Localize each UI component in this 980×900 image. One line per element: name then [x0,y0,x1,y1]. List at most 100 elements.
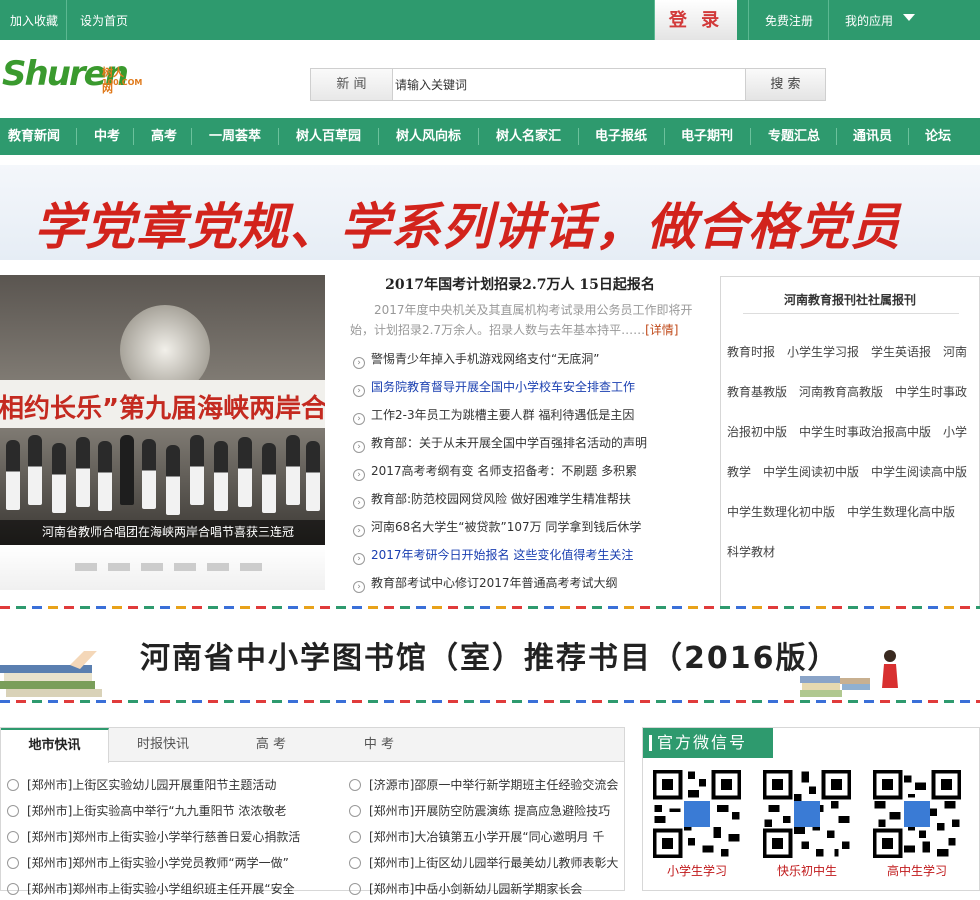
list-item[interactable]: [郑州市]郑州市上街实验小学组织班主任开展“安全 [7,880,337,900]
tab-zhongkao[interactable]: 中 考 [325,728,433,762]
arrow-icon: › [353,413,365,425]
slide-image: 相约长乐”第九届海峡两岸合唱节 [0,275,325,545]
slider-pager [0,545,325,590]
qr-code-icon[interactable] [651,768,743,860]
arrow-icon [349,857,361,869]
slider-dot[interactable] [174,563,196,571]
nav-item[interactable]: 论坛 [925,118,951,155]
party-banner[interactable]: 学党章党规、学系列讲话，做合格党员 [0,165,980,260]
arrow-icon [7,831,19,843]
slide-caption[interactable]: 河南省教师合唱团在海峡两岸合唱节喜获三连冠 [0,520,325,545]
news-item[interactable]: › 教育部考试中心修订2017年普通高考考试大纲 [353,574,618,594]
login-button[interactable]: 登 录 [655,0,737,42]
news-item[interactable]: › 2017高考考纲有变 名师支招备考：不刷题 多积累 [353,462,637,482]
news-item[interactable]: › 教育部：关于从未开展全国中学百强排名活动的声明 [353,434,647,454]
arrow-icon [7,805,19,817]
tab-times-news[interactable]: 时报快讯 [109,728,217,762]
divider [76,128,77,145]
decorative-stripe [0,700,980,703]
news-item[interactable]: › 工作2-3年员工为跳槽主要人群 福利待遇低是主因 [353,406,634,426]
divider [664,128,665,145]
publications-list[interactable]: 教育时报 小学生学习报 学生英语报 河南教育基教版 河南教育高教版 中学生时事政… [727,332,979,572]
list-item[interactable]: [郑州市]上街实验高中举行“九九重阳节 浓浓敬老 [7,802,337,822]
nav-item[interactable]: 树人名家汇 [496,118,561,155]
logo-domain: 100.COM [102,78,143,87]
qr-label: 小学生学习 [666,864,727,878]
news-item[interactable]: › 河南68名大学生“被贷款”107万 同学拿到钱后休学 [353,518,641,538]
arrow-icon [7,779,19,791]
search-category-select[interactable]: 新 闻 [311,69,393,100]
arrow-icon: › [353,497,365,509]
arrow-icon [7,857,19,869]
nav-item[interactable]: 通讯员 [853,118,892,155]
divider [278,128,279,145]
slider-dot[interactable] [141,563,163,571]
qr-code-icon[interactable] [871,768,963,860]
divider [748,0,749,40]
site-logo[interactable]: Shuren 树人网 100.COM [2,54,142,95]
stage-banner: 相约长乐”第九届海峡两岸合唱节 [0,380,325,428]
arrow-icon: › [353,525,365,537]
search-input[interactable] [395,71,740,98]
slider-dot[interactable] [75,563,97,571]
nav-item[interactable]: 一周荟萃 [209,118,261,155]
register-link[interactable]: 免费注册 [765,12,813,29]
books-illustration [0,651,102,697]
nav-item[interactable]: 高考 [151,118,177,155]
headline-title[interactable]: 2017年国考计划招录2.7万人 15日起报名 [345,274,695,294]
news-item[interactable]: › 教育部:防范校园网贷风险 做好困难学生精准帮扶 [353,490,631,510]
divider [66,0,67,40]
tab-city-news[interactable]: 地市快讯 [1,728,109,763]
publications-title: 河南教育报刊社社属报刊 [783,293,916,307]
chevron-down-icon[interactable] [903,14,915,21]
slider-dot[interactable] [108,563,130,571]
book-list-banner[interactable]: 河南省中小学图书馆（室）推荐书目（2016版） [0,611,980,701]
qr-code-icon[interactable] [761,768,853,860]
list-item[interactable]: [郑州市]上街区实验幼儿园开展重阳节主题活动 [7,776,337,796]
list-item[interactable]: [郑州市]郑州市上街实验小学举行慈善日爱心捐款活 [7,828,337,848]
nav-item[interactable]: 电子期刊 [681,118,733,155]
news-item[interactable]: › 国务院教育督导开展全国中小学校车安全排查工作 [353,378,635,398]
slider-dot[interactable] [240,563,262,571]
photo-slider[interactable]: 相约长乐”第九届海峡两岸合唱节 河南省教师合唱团在海峡两岸合唱节喜获三连冠 [0,275,325,545]
divider [578,128,579,145]
header: Shuren 树人网 100.COM 新 闻 搜 索 [0,40,980,118]
arrow-icon: › [353,581,365,593]
arrow-icon: › [353,469,365,481]
headline-summary: 2017年度中央机关及其直属机构考试录用公务员工作即将开始，计划招录2.7万余人… [350,303,693,337]
list-item[interactable]: [郑州市]中岳小剑新幼儿园新学期家长会 [349,880,624,900]
tab-gaokao[interactable]: 高 考 [217,728,325,762]
list-item[interactable]: [郑州市]开展防空防震演练 提高应急避险技巧 [349,802,624,822]
list-item[interactable]: [济源市]邵原一中举行新学期班主任经验交流会 [349,776,624,796]
details-link[interactable]: [详情] [645,323,678,337]
slider-dot[interactable] [207,563,229,571]
nav-item[interactable]: 树人风向标 [396,118,461,155]
list-item[interactable]: [郑州市]大冶镇第五小学开展“同心邀明月 千 [349,828,624,848]
news-item[interactable]: › 2017年考研今日开始报名 这些变化值得考生关注 [353,546,633,566]
set-homepage-link[interactable]: 设为首页 [80,12,128,29]
divider [378,128,379,145]
my-apps-menu[interactable]: 我的应用 [845,12,893,29]
qr-label: 高中生学习 [886,864,947,878]
list-item[interactable]: [郑州市]郑州市上街实验小学党员教师“两学一做” [7,854,337,874]
search-button[interactable]: 搜 索 [745,69,825,100]
nav-item[interactable]: 电子报纸 [595,118,647,155]
nav-item[interactable]: 专题汇总 [768,118,820,155]
top-bar: 加入收藏 设为首页 免费注册 我的应用 [0,0,980,40]
news-item[interactable]: › 警惕青少年掉入手机游戏网络支付“无底洞” [353,350,599,370]
divider [133,128,134,145]
publications-box: 河南教育报刊社社属报刊 教育时报 小学生学习报 学生英语报 河南教育基教版 河南… [720,276,980,608]
arrow-icon [7,883,19,895]
divider [750,128,751,145]
add-favorite-link[interactable]: 加入收藏 [10,12,58,29]
banner-text: 河南省中小学图书馆（室）推荐书目（2016版） [140,641,840,676]
list-item[interactable]: [郑州市]上街区幼儿园举行最美幼儿教师表彰大 [349,854,624,874]
divider [908,128,909,145]
arrow-icon: › [353,357,365,369]
nav-item[interactable]: 树人百草园 [296,118,361,155]
divider [478,128,479,145]
nav-item[interactable]: 中考 [94,118,120,155]
nav-item[interactable]: 教育新闻 [8,118,60,155]
arrow-icon [349,883,361,895]
divider [828,0,829,40]
